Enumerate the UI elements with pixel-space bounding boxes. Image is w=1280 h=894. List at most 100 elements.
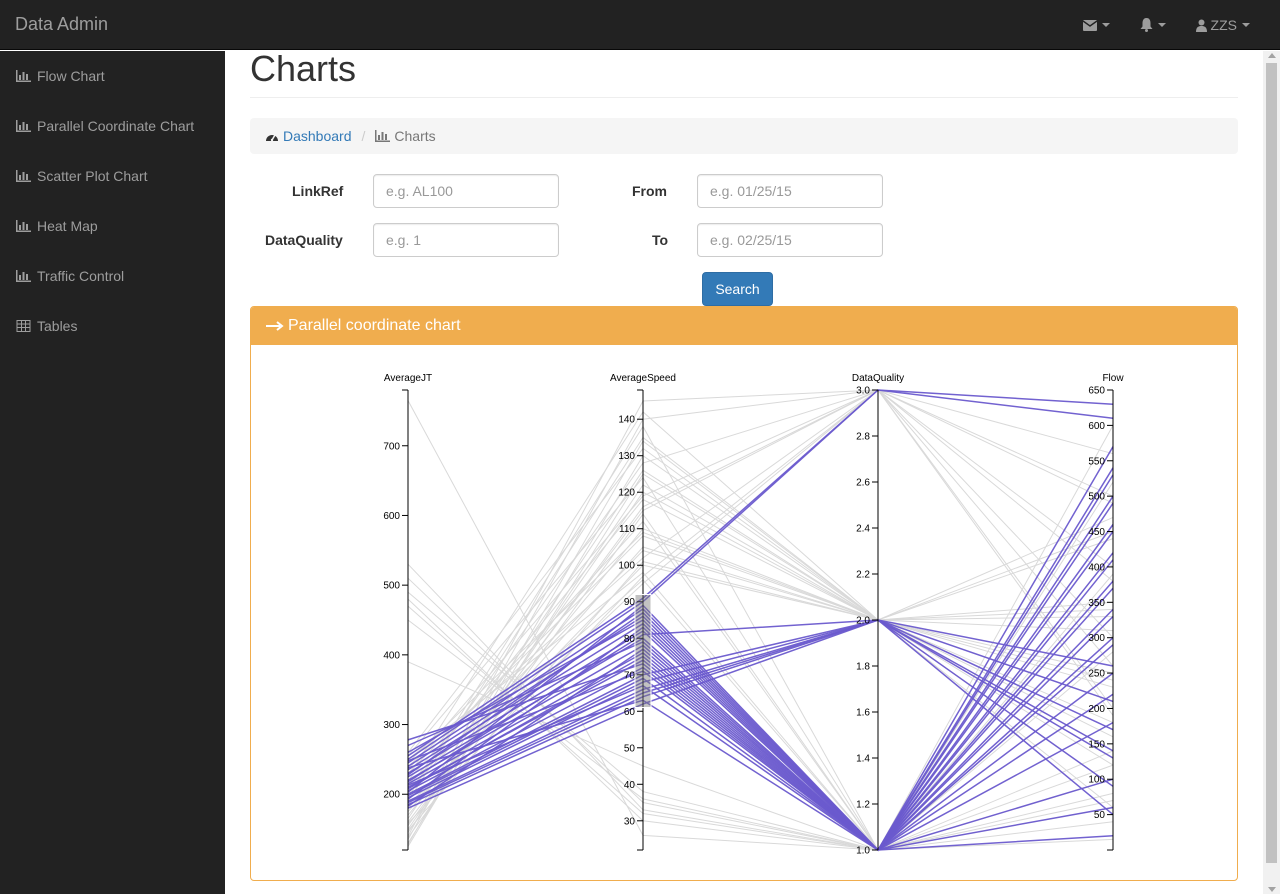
tick-label: 600 xyxy=(383,511,400,522)
tick-label: 110 xyxy=(619,524,635,535)
axis-dataquality: 1.0 1.2 1.4 1.6 1.8 2.0 2.2 2.4 2.6 2.8 3.0 DataQua… xyxy=(852,373,904,857)
dataquality-label: DataQuality xyxy=(265,232,343,248)
bar-chart-icon xyxy=(375,130,391,142)
tick-label: 200 xyxy=(383,790,400,801)
panel-heading: Parallel coordinate chart xyxy=(251,307,1237,345)
sidebar-item-flow-chart[interactable]: Flow Chart xyxy=(0,51,225,101)
messages-dropdown[interactable] xyxy=(1082,19,1110,31)
brand-title[interactable]: Data Admin xyxy=(15,14,108,35)
title-divider xyxy=(250,97,1238,98)
scroll-up-icon[interactable] xyxy=(1268,53,1276,58)
context-lines xyxy=(407,389,1114,851)
tick-label: 2.0 xyxy=(856,616,870,627)
tick-label: 650 xyxy=(1088,386,1105,397)
tick-label: 1.8 xyxy=(856,662,870,673)
sidebar-item-tables[interactable]: Tables xyxy=(0,301,225,351)
caret-down-icon xyxy=(1157,23,1166,27)
bell-icon xyxy=(1140,18,1153,32)
tick-label: 30 xyxy=(624,816,636,827)
tick-label: 500 xyxy=(383,581,400,592)
tick-label: 100 xyxy=(618,561,635,572)
user-dropdown[interactable]: ZZS xyxy=(1195,17,1250,33)
scroll-thumb[interactable] xyxy=(1266,63,1277,863)
selected-lines xyxy=(407,389,1114,852)
axis-title: AverageSpeed xyxy=(610,373,676,384)
tick-label: 1.0 xyxy=(856,846,870,857)
tick-label: 500 xyxy=(1088,492,1105,503)
context-line xyxy=(407,491,1114,830)
breadcrumb-current-label: Charts xyxy=(394,128,436,144)
axis-brush[interactable] xyxy=(634,593,652,709)
parallel-coordinate-chart[interactable]: 200 300 400 500 600 700 AverageJT 30 40 50 60 70 80 9… xyxy=(251,345,1237,880)
sidebar: Flow Chart Parallel Coordinate Chart Sca… xyxy=(0,51,225,894)
page-title: Charts xyxy=(250,48,357,89)
tick-label: 140 xyxy=(618,415,635,426)
dashboard-icon xyxy=(266,134,278,142)
tick-label: 120 xyxy=(618,488,635,499)
bar-chart-icon xyxy=(16,270,31,282)
tick-label: 300 xyxy=(383,720,400,731)
bar-chart-icon xyxy=(16,170,31,182)
tick-label: 50 xyxy=(624,743,636,754)
tick-label: 450 xyxy=(1088,527,1105,538)
tick-label: 300 xyxy=(1088,633,1105,644)
dataquality-input[interactable] xyxy=(373,223,559,257)
tick-label: 400 xyxy=(383,650,400,661)
sidebar-item-parallel-coordinate-chart[interactable]: Parallel Coordinate Chart xyxy=(0,101,225,151)
breadcrumb-home-label: Dashboard xyxy=(283,128,352,144)
navbar-right: ZZS xyxy=(1053,0,1250,50)
top-navbar: Data Admin ZZS xyxy=(0,0,1280,50)
sidebar-item-label: Flow Chart xyxy=(37,68,105,84)
sidebar-item-traffic-control[interactable]: Traffic Control xyxy=(0,251,225,301)
tick-label: 250 xyxy=(1088,669,1105,680)
sidebar-item-label: Tables xyxy=(37,318,78,334)
context-line xyxy=(407,389,1114,840)
axis-flow: 50 100 150 200 250 300 350 400 450 500 550 600 650 Fl… xyxy=(1088,373,1124,851)
sidebar-item-label: Parallel Coordinate Chart xyxy=(37,118,195,134)
table-icon xyxy=(16,320,31,332)
user-name: ZZS xyxy=(1210,17,1237,33)
tick-label: 40 xyxy=(624,780,636,791)
breadcrumb-current: Charts xyxy=(375,128,436,144)
tick-label: 2.6 xyxy=(856,478,870,489)
sidebar-item-label: Scatter Plot Chart xyxy=(37,168,148,184)
to-date-input[interactable] xyxy=(697,223,883,257)
tick-label: 50 xyxy=(1094,810,1106,821)
panel-title: Parallel coordinate chart xyxy=(288,317,461,334)
tick-label: 70 xyxy=(624,670,636,681)
search-button[interactable]: Search xyxy=(702,272,773,306)
envelope-icon xyxy=(1082,19,1097,31)
axis-title: Flow xyxy=(1102,373,1124,384)
linkref-input[interactable] xyxy=(373,174,559,208)
breadcrumb-separator: / xyxy=(361,128,366,144)
sidebar-item-heat-map[interactable]: Heat Map xyxy=(0,201,225,251)
tick-label: 130 xyxy=(618,451,635,462)
tick-label: 200 xyxy=(1088,704,1105,715)
breadcrumb-dashboard-link[interactable]: Dashboard xyxy=(265,128,352,144)
from-date-input[interactable] xyxy=(697,174,883,208)
tick-label: 550 xyxy=(1088,456,1105,467)
tick-label: 150 xyxy=(1088,739,1105,750)
tick-label: 1.2 xyxy=(856,800,870,811)
context-line xyxy=(407,400,1114,851)
sidebar-item-scatter-plot-chart[interactable]: Scatter Plot Chart xyxy=(0,151,225,201)
tick-label: 1.4 xyxy=(856,754,870,765)
axis-title: AverageJT xyxy=(384,373,432,384)
tick-label: 2.4 xyxy=(856,524,870,535)
tick-label: 700 xyxy=(383,441,400,452)
breadcrumb: Dashboard / Charts xyxy=(250,118,1238,154)
bar-chart-icon xyxy=(16,120,31,132)
to-label: To xyxy=(652,232,669,248)
tick-label: 600 xyxy=(1088,421,1105,432)
from-label: From xyxy=(632,183,667,199)
tick-label: 1.6 xyxy=(856,708,870,719)
scroll-down-icon[interactable] xyxy=(1268,887,1276,892)
axis-title: DataQuality xyxy=(852,373,904,384)
user-icon xyxy=(1195,19,1207,32)
tick-label: 2.8 xyxy=(856,432,870,443)
alerts-dropdown[interactable] xyxy=(1140,18,1166,32)
page-scrollbar[interactable] xyxy=(1263,51,1280,894)
tick-label: 3.0 xyxy=(856,386,870,397)
tick-label: 60 xyxy=(624,707,636,718)
arrow-right-icon xyxy=(266,321,284,331)
